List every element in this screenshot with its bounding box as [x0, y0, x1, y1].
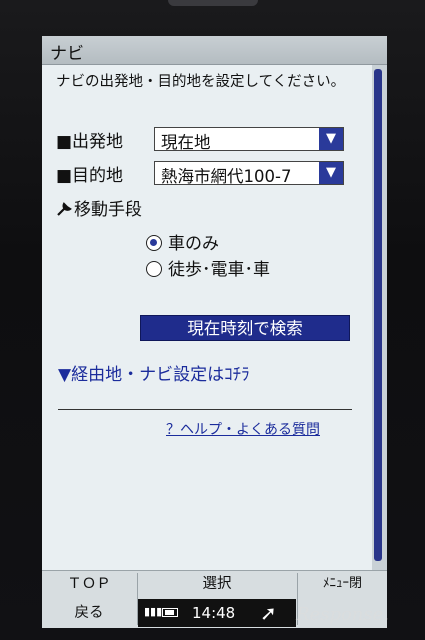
app-title: ナビ: [50, 44, 84, 64]
divider: [58, 409, 352, 410]
search-now-button[interactable]: 現在時刻で検索: [140, 315, 350, 341]
scroll-thumb[interactable]: [374, 69, 382, 561]
radio-selected-icon: [146, 235, 162, 251]
radio-unselected-icon: [146, 261, 162, 277]
radio-label: 車のみ: [168, 234, 219, 254]
status-bar: ▮▮▮ 14:48 ➚: [138, 599, 296, 627]
help-faq-link[interactable]: ？ヘルプ・よくある質問: [166, 419, 320, 439]
radio-car-only[interactable]: 車のみ: [146, 229, 219, 254]
radio-walk-train-car[interactable]: 徒歩･電車･車: [146, 255, 270, 280]
signal-icon: ▮▮▮: [144, 605, 163, 618]
watermark-logo: Response.: [296, 604, 390, 625]
wrench-icon: [57, 202, 72, 216]
back-softkey[interactable]: 戻る: [42, 599, 136, 627]
departure-value: 現在地: [161, 133, 211, 152]
via-settings-link[interactable]: ▼経由地・ナビ設定はｺﾁﾗ: [58, 360, 250, 385]
transport-heading: 移動手段: [56, 195, 142, 220]
title-bar: ナビ: [42, 36, 387, 65]
destination-label: ■目的地: [56, 166, 124, 186]
status-time: 14:48: [192, 604, 236, 622]
departure-label: ■出発地: [56, 132, 124, 152]
phone-screen: ナビ ナビの出発地・目的地を設定してください。 ■出発地 現在地 ▼ ■目的地 …: [42, 36, 387, 628]
destination-value: 熱海市網代100-7: [161, 167, 292, 186]
main-content: ナビの出発地・目的地を設定してください。 ■出発地 現在地 ▼ ■目的地 熱海市…: [42, 65, 372, 570]
intro-text: ナビの出発地・目的地を設定してください。: [56, 74, 346, 90]
dropdown-arrow-icon: ▼: [319, 162, 343, 184]
destination-select[interactable]: 熱海市網代100-7 ▼: [154, 161, 344, 186]
select-softkey[interactable]: 選択: [138, 571, 296, 597]
menu-close-softkey[interactable]: ﾒﾆｭｰ閉: [298, 571, 387, 597]
radio-label: 徒歩･電車･車: [168, 260, 270, 280]
scrollbar[interactable]: [372, 65, 387, 570]
dropdown-arrow-icon: ▼: [319, 128, 343, 150]
battery-icon: [162, 608, 178, 617]
top-softkey[interactable]: ＴＯＰ: [42, 571, 136, 597]
departure-select[interactable]: 現在地 ▼: [154, 127, 344, 152]
phone-speaker: [168, 0, 258, 6]
pointer-cursor-icon: ➚: [260, 601, 277, 625]
transport-label: 移動手段: [74, 200, 142, 220]
